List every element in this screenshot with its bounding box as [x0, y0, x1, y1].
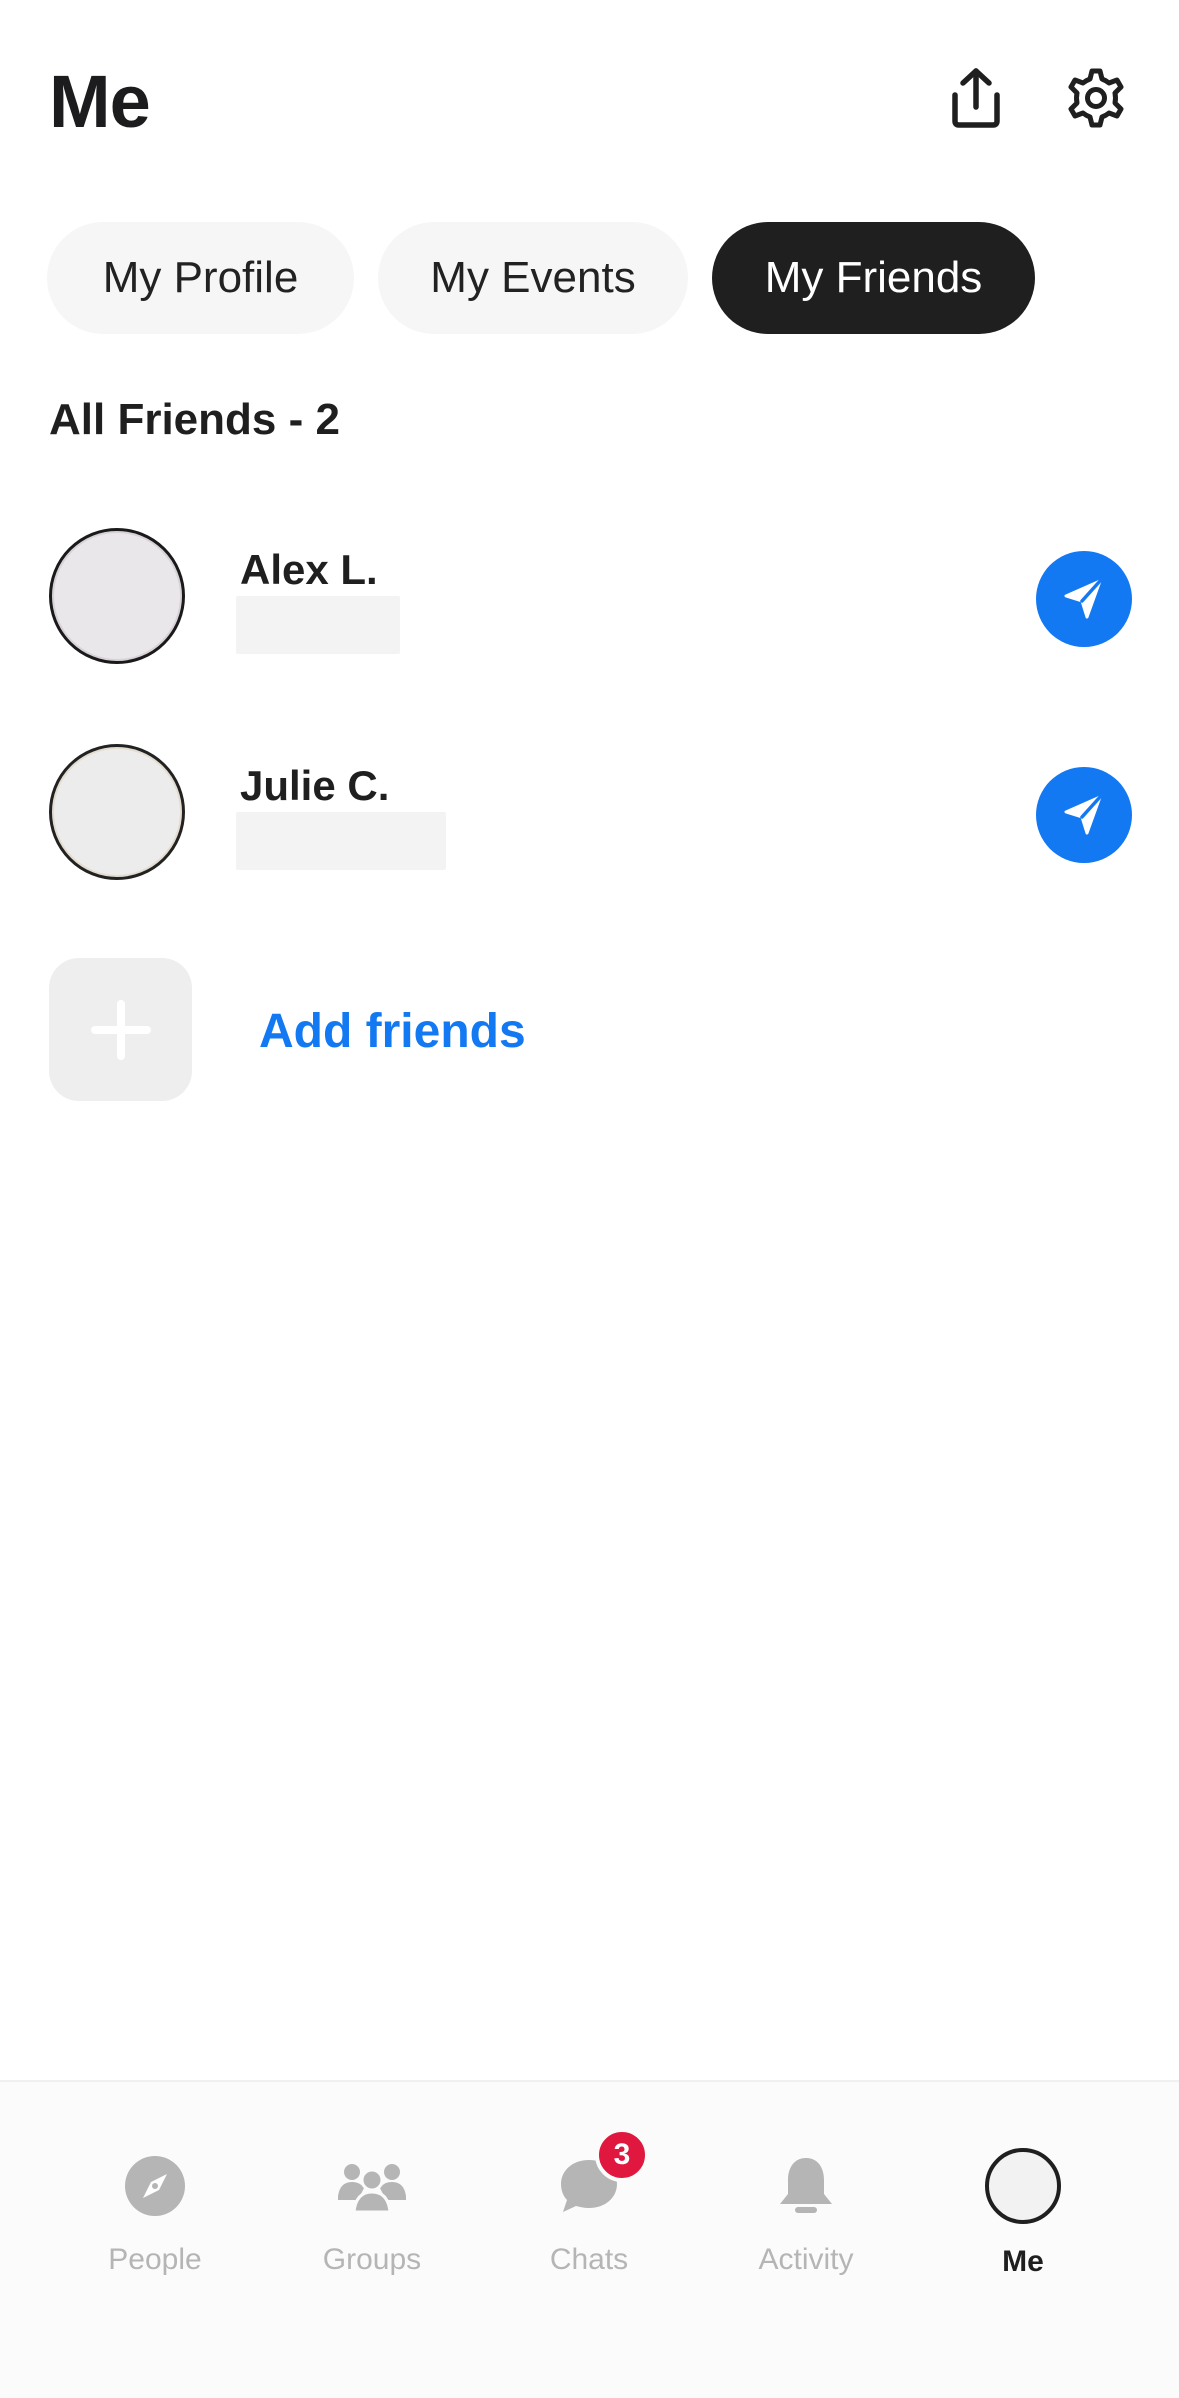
nav-label: Me — [1002, 2245, 1044, 2278]
friend-row[interactable]: Julie C. — [0, 740, 1179, 890]
bottom-nav: People Groups 3 Chats Activity Me — [0, 2080, 1179, 2398]
nav-label: Groups — [322, 2243, 422, 2276]
tab-my-events[interactable]: My Events — [378, 222, 688, 334]
paper-plane-icon — [1064, 579, 1102, 619]
plus-icon — [90, 999, 151, 1060]
nav-chats[interactable]: 3 Chats — [499, 2128, 679, 2296]
gear-icon — [1068, 68, 1124, 128]
avatar — [985, 2148, 1061, 2224]
nav-me[interactable]: Me — [933, 2146, 1113, 2296]
tab-my-profile[interactable]: My Profile — [47, 222, 354, 334]
nav-label: Activity — [758, 2243, 854, 2276]
send-message-button[interactable] — [1036, 551, 1132, 647]
bell-icon — [766, 2146, 846, 2226]
unread-badge: 3 — [595, 2128, 649, 2182]
page-title: Me — [49, 60, 151, 143]
nav-people[interactable]: People — [65, 2146, 245, 2296]
friend-name: Julie C. — [240, 762, 390, 809]
tab-bar: My Profile My Events My Friends — [47, 222, 1035, 334]
groups-icon — [332, 2146, 412, 2226]
avatar[interactable] — [49, 528, 185, 664]
chat-bubble-icon: 3 — [549, 2128, 649, 2226]
add-friends-button[interactable] — [49, 958, 192, 1101]
friend-subtitle-placeholder — [236, 812, 446, 870]
add-friends-link[interactable]: Add friends — [259, 1002, 526, 1062]
section-title: All Friends - 2 — [49, 395, 340, 444]
friend-name: Alex L. — [240, 546, 378, 593]
compass-icon — [115, 2146, 195, 2226]
nav-groups[interactable]: Groups — [282, 2146, 462, 2296]
add-friends-row[interactable]: Add friends — [0, 958, 1179, 1103]
avatar[interactable] — [49, 744, 185, 880]
nav-label: People — [108, 2243, 202, 2276]
friend-row[interactable]: Alex L. — [0, 524, 1179, 674]
paper-plane-icon — [1064, 795, 1102, 835]
tab-my-friends[interactable]: My Friends — [712, 222, 1035, 334]
nav-activity[interactable]: Activity — [716, 2146, 896, 2296]
friend-subtitle-placeholder — [236, 596, 400, 654]
share-icon — [952, 68, 1000, 128]
settings-button[interactable] — [1054, 56, 1138, 140]
nav-label: Chats — [549, 2243, 629, 2276]
share-button[interactable] — [934, 56, 1018, 140]
send-message-button[interactable] — [1036, 767, 1132, 863]
